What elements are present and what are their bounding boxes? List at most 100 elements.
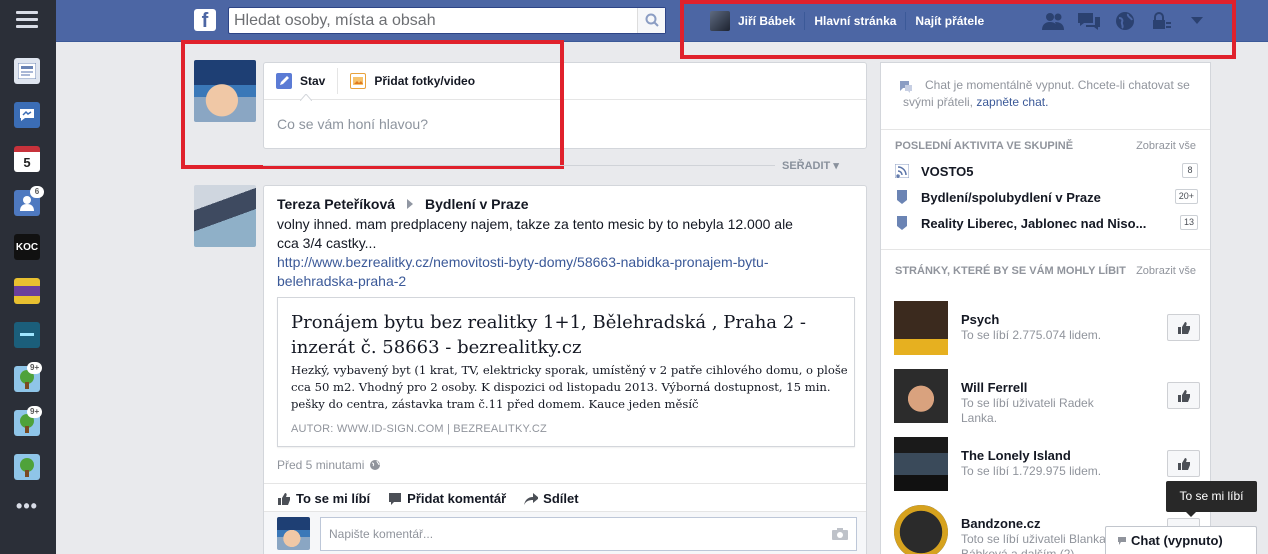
pages-see-all-link[interactable]: Zobrazit vše [1136, 265, 1196, 277]
sort-label: SEŘADIT [782, 160, 831, 172]
post-timestamp[interactable]: Před 5 minutami [277, 458, 381, 472]
group-count: 8 [1182, 163, 1198, 178]
search-input[interactable] [229, 8, 637, 33]
search-button[interactable] [637, 8, 665, 33]
app-icon[interactable] [14, 322, 40, 348]
comment-label: Přidat komentář [407, 491, 507, 506]
group-see-all-link[interactable]: Zobrazit vše [1136, 140, 1196, 152]
page-name[interactable]: Bandzone.cz [961, 516, 1040, 531]
like-button[interactable]: To se mi líbí [277, 491, 370, 506]
thumbs-up-icon [1178, 322, 1190, 334]
like-tooltip: To se mi líbí [1166, 481, 1257, 517]
right-divider-1 [881, 129, 1210, 130]
koc-app-icon[interactable]: KOC [14, 234, 40, 260]
comment-area [264, 511, 866, 554]
tree-app-icon-3[interactable] [14, 454, 40, 480]
comment-input[interactable] [321, 518, 821, 550]
suggested-page: The Lonely Island To se líbí 1.729.975 l… [894, 437, 1200, 491]
page-like-button[interactable] [1167, 314, 1200, 341]
page-likes: To se líbí 2.775.074 lidem. [961, 328, 1102, 342]
link-preview[interactable]: Pronájem bytu bez realitky 1+1, Bělehrad… [277, 297, 855, 447]
page-likes: Toto se líbí uživateli Blanka Bábková a … [961, 532, 1106, 554]
link-title[interactable]: Pronájem bytu bez realitky 1+1, Bělehrad… [291, 310, 811, 360]
camera-icon[interactable] [832, 528, 848, 540]
group-activity-heading: POSLEDNÍ AKTIVITA VE SKUPINĚ [895, 140, 1074, 152]
page-image[interactable] [894, 437, 948, 491]
friends-badge: 6 [30, 186, 44, 198]
post-text: volny ihned. mam predplaceny najem, takz… [277, 216, 793, 251]
share-label: Sdílet [543, 491, 579, 506]
right-divider-2 [881, 249, 1210, 250]
post-group[interactable]: Bydlení v Praze [425, 196, 529, 212]
chat-status-icon [1118, 536, 1126, 545]
group-count: 13 [1179, 215, 1198, 230]
suggested-page: Will Ferrell To se líbí uživateli Radek … [894, 369, 1200, 425]
page-image[interactable] [894, 301, 948, 355]
link-source: AUTOR: WWW.ID-SIGN.COM | BEZREALITKY.CZ [291, 423, 547, 435]
group-item[interactable]: Bydlení/spolubydlení v Praze 20+ [895, 185, 1198, 209]
group-icon [897, 216, 907, 230]
comment-button[interactable]: Přidat komentář [388, 491, 506, 506]
sort-divider [263, 165, 775, 166]
post-actions: To se mi líbí Přidat komentář Sdílet [277, 491, 597, 506]
share-arrow-icon [524, 492, 539, 505]
group-count: 20+ [1174, 189, 1198, 204]
more-apps-button[interactable]: ••• [14, 496, 40, 517]
suggested-page: Psych To se líbí 2.775.074 lidem. [894, 301, 1200, 355]
highlight-box-top-nav [680, 0, 1236, 59]
tree-app-badge-2: 9+ [27, 406, 43, 418]
page-likes: To se líbí uživateli Radek Lanka. [961, 396, 1094, 425]
group-name: Bydlení/spolubydlení v Praze [921, 189, 1101, 205]
post-url[interactable]: http://www.bezrealitky.cz/nemovitosti-by… [277, 253, 817, 291]
search-icon [645, 13, 659, 27]
page-name[interactable]: Will Ferrell [961, 380, 1027, 395]
events-icon[interactable]: 5 [14, 146, 40, 172]
group-item[interactable]: VOSTO5 8 [895, 159, 1198, 183]
group-item[interactable]: Reality Liberec, Jablonec nad Niso... 13 [895, 211, 1198, 235]
chat-bar[interactable]: Chat (vypnuto) [1105, 526, 1257, 554]
turn-on-chat-link[interactable]: zapněte chat. [976, 95, 1048, 109]
game-app-icon[interactable] [14, 278, 40, 304]
page-likes: To se líbí 1.729.975 lidem. [961, 464, 1102, 478]
suggested-pages-heading: STRÁNKY, KTERÉ BY SE VÁM MOHLY LÍBIT [895, 265, 1126, 277]
messenger-icon[interactable] [14, 102, 40, 128]
sort-button[interactable]: SEŘADIT ▾ [782, 159, 839, 172]
post-time: Před 5 minutami [277, 458, 365, 472]
page-name[interactable]: Psych [961, 312, 999, 327]
news-feed-icon[interactable] [14, 58, 40, 84]
page-like-button[interactable] [1167, 450, 1200, 477]
post-divider [264, 483, 866, 484]
post-author[interactable]: Tereza Peteříková [277, 196, 395, 212]
post-author-avatar[interactable] [194, 185, 256, 247]
like-label: To se mi líbí [296, 491, 371, 506]
group-name: Reality Liberec, Jablonec nad Niso... [921, 215, 1147, 231]
post-header: Tereza Peteříková Bydlení v Praze [277, 196, 529, 212]
arrow-icon [407, 199, 414, 209]
link-description: Hezký, vybavený byt (1 krat, TV, elektri… [291, 363, 848, 411]
tree-app-badge: 9+ [27, 362, 43, 374]
page-like-button[interactable] [1167, 382, 1200, 409]
highlight-box-composer [181, 40, 564, 169]
thumbs-up-icon [278, 492, 290, 505]
share-button[interactable]: Sdílet [524, 491, 579, 506]
group-name: VOSTO5 [921, 163, 974, 179]
thumbs-up-icon [1178, 390, 1190, 402]
left-app-rail: 5 6 KOC 9+ 9+ ••• [0, 0, 56, 554]
chat-off-icon [900, 81, 912, 93]
commenter-avatar [277, 517, 310, 550]
comment-field [320, 517, 857, 551]
feed-post: Tereza Peteříková Bydlení v Praze volny … [263, 185, 867, 554]
rss-icon [895, 164, 909, 178]
thumbs-up-icon [1178, 458, 1190, 470]
chat-off-notice: Chat je momentálně vypnut. Chcete-li cha… [900, 77, 1193, 111]
group-icon [897, 190, 907, 204]
page-image[interactable] [894, 505, 948, 554]
globe-icon [370, 460, 381, 470]
comment-icon [389, 492, 402, 505]
page-image[interactable] [894, 369, 948, 423]
chat-bar-label: Chat (vypnuto) [1131, 533, 1223, 548]
facebook-logo[interactable]: f [194, 9, 216, 31]
search-box [228, 7, 666, 34]
page-name[interactable]: The Lonely Island [961, 448, 1071, 463]
menu-icon[interactable] [16, 11, 38, 29]
